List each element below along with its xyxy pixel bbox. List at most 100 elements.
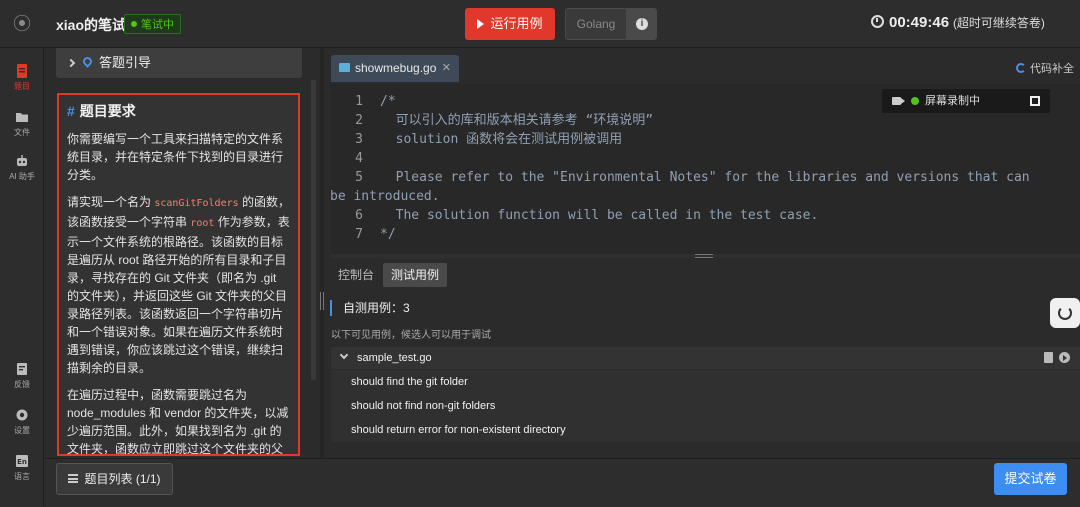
self-test-count: 自测用例：3 <box>330 300 410 316</box>
answer-guide-toggle[interactable]: 答题引导 <box>56 48 302 78</box>
rail-item-label: 文件 <box>14 128 30 137</box>
file-tab[interactable]: showmebug.go ✕ <box>331 55 459 82</box>
problem-paragraph: 请实现一个名为 scanGitFolders 的函数，该函数接受一个字符串 ro… <box>67 193 291 377</box>
code-line: 7 */ <box>330 225 396 244</box>
line-number: 2 <box>355 113 363 128</box>
tab-test-cases[interactable]: 测试用例 <box>383 263 448 287</box>
test-case-row[interactable]: should find the git folder <box>331 370 1080 394</box>
camera-icon <box>892 97 905 105</box>
submit-exam-button[interactable]: 提交试卷 <box>994 463 1067 495</box>
rail-item-label: AI 助手 <box>9 172 35 181</box>
rail-item-ai[interactable]: AI 助手 <box>0 154 44 182</box>
close-icon[interactable]: ✕ <box>442 55 451 82</box>
problem-title: # 题目要求 <box>67 101 291 121</box>
recording-label: 屏幕录制中 <box>925 95 980 107</box>
tests-hint: 以下可见用例，候选人可以用于调试 <box>331 330 491 341</box>
code-completion-label: 代码补全 <box>1030 63 1074 75</box>
line-text: */ <box>380 227 396 242</box>
info-button[interactable]: i <box>627 8 657 40</box>
rail-item-label: 反馈 <box>14 380 30 389</box>
problem-paragraph: 你需要编写一个工具来扫描特定的文件系统目录，并在特定条件下找到的目录进行分类。 <box>67 132 284 182</box>
timer-note: (超时可继续答卷) <box>952 16 1045 30</box>
play-icon[interactable] <box>1059 352 1070 363</box>
play-icon <box>477 18 485 29</box>
problem-text: 请实现一个名为 <box>67 195 155 209</box>
gear-icon <box>16 409 28 421</box>
code-line: be introduced. <box>330 187 440 206</box>
inline-code: root <box>190 218 215 229</box>
info-icon: i <box>636 17 648 30</box>
feedback-icon <box>17 363 27 375</box>
answer-guide-label: 答题引导 <box>99 55 152 70</box>
line-number: 6 <box>355 208 363 223</box>
status-badge: 笔试中 <box>124 14 181 34</box>
tab-console[interactable]: 控制台 <box>330 263 382 287</box>
app-root: ⦿ xiao的笔试 笔试中 运行用例 Golang i 00:49:46 (超时… <box>0 0 1080 507</box>
refresh-button[interactable] <box>1050 298 1080 328</box>
code-line: 6 The solution function will be called i… <box>330 206 818 225</box>
chevron-down-icon <box>339 350 349 360</box>
problem-title-text: 题目要求 <box>79 103 136 119</box>
list-icon <box>68 474 79 484</box>
vertical-splitter[interactable] <box>320 48 324 458</box>
line-text: solution 函数将会在测试用例被调用 <box>380 132 623 147</box>
rail-item-label: 语言 <box>14 472 30 481</box>
test-case-row[interactable]: should return error for non-existent dir… <box>331 418 1080 442</box>
problem-list-label: 题目列表 (1/1) <box>84 472 161 486</box>
location-pin-icon <box>81 55 94 68</box>
problem-paragraph: 在遍历过程中，函数需要跳过名为 node_modules 和 vendor 的文… <box>67 388 289 456</box>
rail-item-language[interactable]: En 语言 <box>0 454 44 482</box>
line-text: The solution function will be called in … <box>380 208 819 223</box>
code-completion-toggle[interactable]: 代码补全 <box>1016 60 1074 76</box>
stop-icon[interactable] <box>1030 96 1040 106</box>
countdown-timer: 00:49:46 (超时可继续答卷) <box>871 14 1045 31</box>
refresh-icon <box>1058 306 1072 320</box>
status-dot-icon <box>131 21 137 28</box>
recording-dot-icon <box>911 97 919 105</box>
problem-text: 作为参数，表示一个文件系统的根路径。该函数的目标是遍历从 root 路径开始的所… <box>67 215 290 375</box>
language-select[interactable]: Golang <box>565 8 627 40</box>
file-tab-label: showmebug.go <box>355 61 437 75</box>
top-bar: ⦿ xiao的笔试 笔试中 运行用例 Golang i 00:49:46 (超时… <box>0 0 1080 48</box>
problem-list-button[interactable]: 题目列表 (1/1) <box>56 463 173 495</box>
console-panel: 控制台 测试用例 自测用例：3 以下可见用例，候选人可以用于调试 sample_… <box>330 258 1080 456</box>
line-number: 7 <box>355 227 363 242</box>
rail-item-settings[interactable]: 设置 <box>0 408 44 436</box>
line-text: Please refer to the "Environmental Notes… <box>380 170 1030 185</box>
document-icon <box>17 64 27 78</box>
test-case-row[interactable]: should not find non-git folders <box>331 394 1080 418</box>
rail-item-label: 题目 <box>14 82 30 91</box>
file-icon[interactable] <box>1044 352 1053 363</box>
code-line: 2 可以引入的库和版本相关请参考 “环境说明” <box>330 111 653 130</box>
code-line: 3 solution 函数将会在测试用例被调用 <box>330 130 622 149</box>
timer-value: 00:49:46 <box>889 14 950 31</box>
folder-icon <box>16 113 28 122</box>
logo-icon: ⦿ <box>13 14 31 34</box>
rail-item-files[interactable]: 文件 <box>0 110 44 138</box>
rail-item-feedback[interactable]: 反馈 <box>0 362 44 390</box>
run-tests-button[interactable]: 运行用例 <box>465 8 555 40</box>
test-file-row[interactable]: sample_test.go <box>331 347 1080 369</box>
code-line: 5 Please refer to the "Environmental Not… <box>330 168 1030 187</box>
line-number: 5 <box>355 170 363 185</box>
line-text: 可以引入的库和版本相关请参考 “环境说明” <box>380 113 654 128</box>
hash-icon: # <box>67 103 75 119</box>
robot-icon <box>17 155 27 166</box>
line-text: /* <box>380 94 396 109</box>
editor-tab-bar: showmebug.go ✕ 代码补全 <box>330 48 1080 84</box>
rail-item-problem[interactable]: 题目 <box>0 64 44 92</box>
rail-item-label: 设置 <box>14 426 30 435</box>
left-rail: 题目 文件 AI 助手 反馈 设置 En 语言 <box>0 48 44 507</box>
footer-bar <box>44 458 1080 507</box>
code-line: 4 <box>330 149 380 168</box>
file-icon <box>339 63 350 73</box>
language-icon: En <box>16 455 28 467</box>
line-number: 4 <box>355 151 363 166</box>
line-number: 1 <box>355 94 363 109</box>
drag-handle-icon <box>320 292 324 310</box>
problem-description: # 题目要求 你需要编写一个工具来扫描特定的文件系统目录，并在特定条件下找到的目录… <box>57 93 300 456</box>
chevron-right-icon <box>66 58 76 68</box>
loading-icon <box>1016 63 1026 74</box>
line-text: be introduced. <box>330 189 440 204</box>
problem-scrollbar[interactable] <box>311 80 316 380</box>
